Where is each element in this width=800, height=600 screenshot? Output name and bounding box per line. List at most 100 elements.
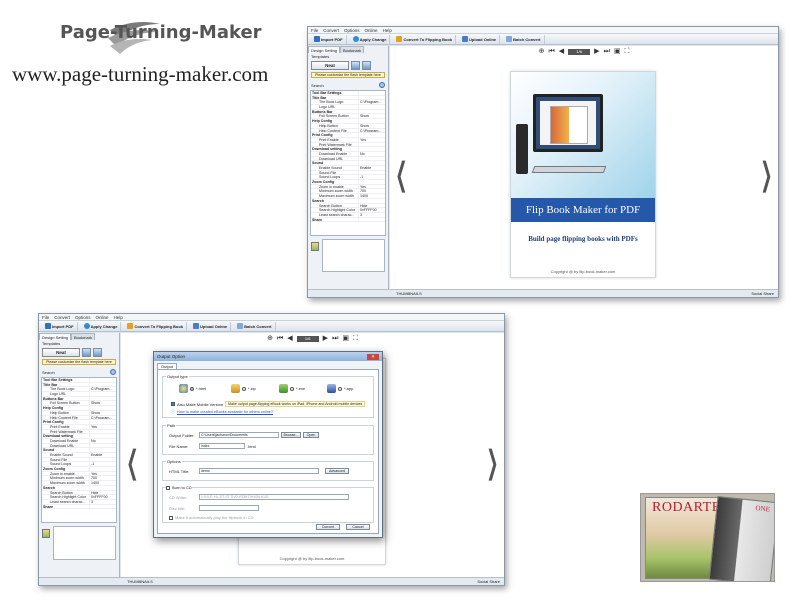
type-html-radio[interactable] <box>190 386 194 391</box>
property-value[interactable]: Show <box>89 410 116 415</box>
property-value[interactable] <box>358 105 385 109</box>
first-page-icon[interactable]: ⏮ <box>548 48 554 56</box>
menu-online[interactable]: Online <box>365 28 378 33</box>
menu-file[interactable]: File <box>311 28 318 33</box>
menu-options[interactable]: Options <box>75 315 91 320</box>
upload-online-button[interactable]: Upload Online <box>190 321 232 331</box>
property-value[interactable] <box>358 156 385 161</box>
fullscreen-icon[interactable]: ⛶ <box>625 48 630 56</box>
flip-next-arrow[interactable]: ❯ <box>487 443 499 481</box>
convert-dialog-button[interactable]: Convert <box>316 524 340 530</box>
menu-file[interactable]: File <box>42 315 49 320</box>
property-value[interactable]: -1 <box>358 175 385 180</box>
prev-page-icon[interactable]: ◀ <box>559 48 564 56</box>
page-indicator[interactable]: 1/6 <box>568 49 591 55</box>
tab-bookmark[interactable]: Bookmark <box>71 333 96 340</box>
property-value[interactable]: Yes <box>358 137 385 142</box>
menu-convert[interactable]: Convert <box>54 315 70 320</box>
property-value[interactable] <box>89 392 116 396</box>
first-page-icon[interactable]: ⏮ <box>277 335 283 343</box>
property-value[interactable] <box>89 457 116 462</box>
tab-design-setting[interactable]: Design Setting <box>308 46 341 53</box>
template-select[interactable]: Neat <box>311 61 349 70</box>
import-pdf-button[interactable]: Import PDF <box>42 321 78 331</box>
type-exe-radio[interactable] <box>290 386 294 391</box>
menu-options[interactable]: Options <box>344 28 360 33</box>
page-indicator[interactable]: 1/6 <box>296 336 319 342</box>
autoplay-checkbox[interactable] <box>169 515 173 520</box>
print-icon[interactable]: ▣ <box>342 335 349 343</box>
property-value[interactable] <box>358 180 385 184</box>
property-value[interactable] <box>89 378 116 382</box>
apply-change-button[interactable]: Apply Change <box>81 321 122 331</box>
property-value[interactable]: C:\Program... <box>358 128 385 133</box>
template-save-icon[interactable] <box>82 348 91 357</box>
zoom-in-icon[interactable]: ⊕ <box>539 48 545 56</box>
menu-help[interactable]: Help <box>383 28 392 33</box>
property-value[interactable] <box>89 420 116 424</box>
batch-convert-button[interactable]: Batch Convert <box>234 321 276 331</box>
type-exe-option[interactable]: *.exe <box>279 384 305 393</box>
property-value[interactable] <box>89 448 116 452</box>
property-value[interactable] <box>89 443 116 448</box>
type-zip-radio[interactable] <box>242 386 246 391</box>
property-value[interactable]: Yes <box>358 184 385 189</box>
property-value[interactable] <box>358 198 385 203</box>
property-value[interactable] <box>358 170 385 175</box>
batch-convert-button[interactable]: Batch Convert <box>503 34 545 44</box>
property-row[interactable]: Share <box>311 217 385 223</box>
property-value[interactable]: 1400 <box>89 481 116 485</box>
convert-button[interactable]: Convert To Flipping Book <box>124 321 188 331</box>
menu-online[interactable]: Online <box>96 315 109 320</box>
social-share-button[interactable]: Social Share <box>477 579 500 584</box>
flip-next-arrow[interactable]: ❯ <box>761 155 773 193</box>
property-tree[interactable]: Tool Bar Settings Title Bar The Book Logo C… <box>310 90 386 236</box>
html-title-input[interactable]: demo <box>199 468 319 474</box>
property-value[interactable] <box>358 95 385 100</box>
property-value[interactable] <box>358 147 385 151</box>
file-name-input[interactable]: index <box>199 443 245 449</box>
search-icon[interactable] <box>110 369 116 375</box>
property-value[interactable] <box>358 161 385 165</box>
type-html-option[interactable]: *.html <box>179 384 206 393</box>
property-value[interactable]: Show <box>89 401 116 406</box>
property-value[interactable] <box>89 434 116 438</box>
prev-page-icon[interactable]: ◀ <box>287 335 292 343</box>
property-value[interactable]: Show <box>358 123 385 128</box>
burn-cd-checkbox[interactable] <box>166 485 170 490</box>
fullscreen-icon[interactable]: ⛶ <box>353 335 358 343</box>
tab-design-setting[interactable]: Design Setting <box>39 333 72 340</box>
property-value[interactable] <box>89 382 116 387</box>
property-tree[interactable]: Tool Bar Settings Title Bar The Book Logo C… <box>41 377 117 523</box>
property-value[interactable]: No <box>89 438 116 443</box>
customize-template-button[interactable]: Please customize the flash template here <box>42 359 116 365</box>
property-value[interactable]: C:\Program... <box>89 387 116 392</box>
property-value[interactable] <box>358 142 385 147</box>
property-value[interactable]: Hide <box>89 490 116 495</box>
mobile-version-checkbox[interactable] <box>171 402 175 406</box>
browse-button[interactable]: Browse... <box>281 432 301 438</box>
property-value[interactable] <box>89 504 116 509</box>
thumbnails-button[interactable]: THUMBNAILS <box>312 291 422 296</box>
open-button[interactable]: Open <box>303 432 319 438</box>
property-value[interactable]: 700 <box>89 476 116 481</box>
property-value[interactable]: No <box>358 151 385 156</box>
search-icon[interactable] <box>379 82 385 88</box>
flip-prev-arrow[interactable]: ❮ <box>395 155 407 193</box>
book-cover-page[interactable]: Flip Book Maker for PDF Build page flipp… <box>510 71 656 278</box>
disc-title-input[interactable] <box>199 505 259 511</box>
property-value[interactable]: Show <box>358 114 385 119</box>
property-value[interactable] <box>89 406 116 410</box>
property-value[interactable]: 700 <box>358 189 385 194</box>
advanced-button[interactable]: Advanced <box>325 468 349 474</box>
zoom-in-icon[interactable]: ⊕ <box>267 335 273 343</box>
output-folder-input[interactable]: C:\Users\jacharon\Documents <box>199 432 279 438</box>
property-value[interactable]: C:\Program... <box>358 100 385 105</box>
property-value[interactable] <box>358 133 385 137</box>
property-value[interactable] <box>89 429 116 434</box>
property-value[interactable] <box>89 467 116 471</box>
property-value[interactable]: C:\Program... <box>89 415 116 420</box>
menu-help[interactable]: Help <box>114 315 123 320</box>
property-value[interactable]: Enable <box>89 453 116 457</box>
type-app-option[interactable]: *.app <box>327 384 353 393</box>
